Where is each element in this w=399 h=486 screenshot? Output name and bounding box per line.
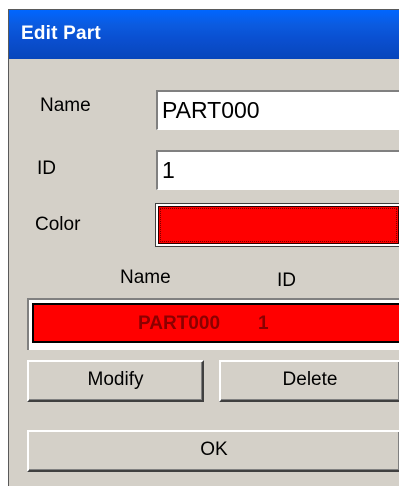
list-item[interactable]: PART000 1 <box>32 303 399 343</box>
id-label: ID <box>37 158 56 179</box>
parts-list[interactable]: PART000 1 <box>27 298 399 350</box>
column-header-name: Name <box>120 267 171 288</box>
list-item-id: 1 <box>258 313 269 334</box>
modify-button[interactable]: Modify <box>27 360 204 402</box>
dialog-title: Edit Part <box>21 23 101 44</box>
delete-button[interactable]: Delete <box>219 360 399 402</box>
list-item-name: PART000 <box>138 313 221 334</box>
ok-button[interactable]: OK <box>27 430 399 472</box>
edit-part-dialog: Edit Part Name PART000 ID 1 Color Name I… <box>8 9 399 486</box>
title-bar[interactable]: Edit Part <box>9 10 399 59</box>
id-field[interactable]: 1 <box>156 150 399 190</box>
color-swatch-focus <box>160 208 397 242</box>
column-header-id: ID <box>277 270 296 291</box>
name-field[interactable]: PART000 <box>156 90 399 130</box>
color-swatch-button[interactable] <box>155 203 399 247</box>
name-label: Name <box>40 95 91 116</box>
color-label: Color <box>35 214 81 235</box>
